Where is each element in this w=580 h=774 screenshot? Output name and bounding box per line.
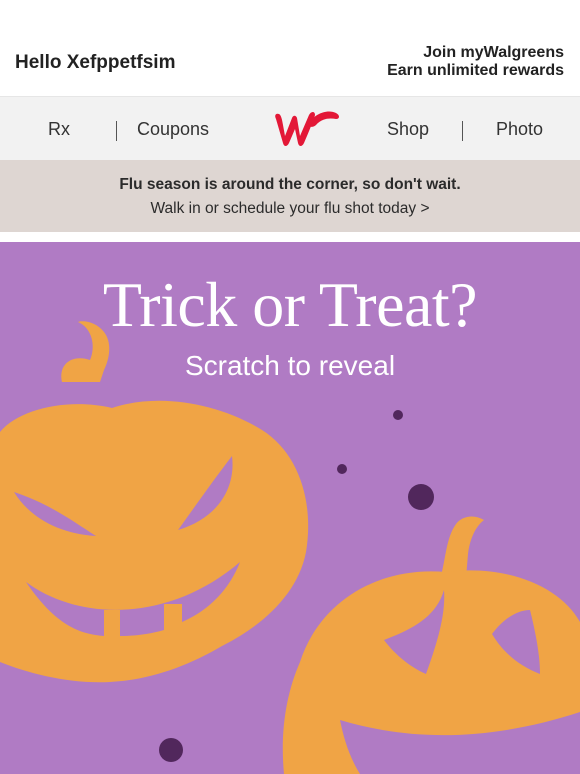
decorative-dot: [337, 464, 347, 474]
nav-item-shop[interactable]: Shop: [387, 119, 429, 140]
decorative-dot: [393, 410, 403, 420]
walgreens-w-logo-icon[interactable]: [270, 105, 342, 153]
flu-banner-headline: Flu season is around the corner, so don'…: [119, 176, 461, 193]
main-nav: Rx Coupons Shop Photo: [0, 96, 580, 161]
nav-item-rx[interactable]: Rx: [48, 119, 70, 140]
small-pumpkin: [282, 516, 580, 774]
join-rewards-link[interactable]: Join myWalgreens Earn unlimited rewards: [387, 44, 564, 80]
flu-banner-cta[interactable]: Walk in or schedule your flu shot today …: [0, 200, 580, 218]
greeting-text: Hello Xefppetfsim: [15, 52, 176, 73]
join-line-1[interactable]: Join myWalgreens: [387, 44, 564, 62]
hero-subtitle: Scratch to reveal: [184, 350, 396, 381]
join-line-2[interactable]: Earn unlimited rewards: [387, 62, 564, 80]
decorative-dot: [408, 484, 434, 510]
halloween-hero[interactable]: Trick or Treat? Scratch to reveal: [0, 242, 580, 774]
top-bar: Hello Xefppetfsim Join myWalgreens Earn …: [0, 0, 580, 96]
flu-banner[interactable]: Flu season is around the corner, so don'…: [0, 160, 580, 232]
nav-divider: [116, 121, 117, 141]
nav-item-photo[interactable]: Photo: [496, 119, 543, 140]
nav-item-coupons[interactable]: Coupons: [137, 119, 209, 140]
hero-title: Trick or Treat?: [102, 269, 478, 340]
decorative-dot: [159, 738, 183, 762]
nav-divider: [462, 121, 463, 141]
